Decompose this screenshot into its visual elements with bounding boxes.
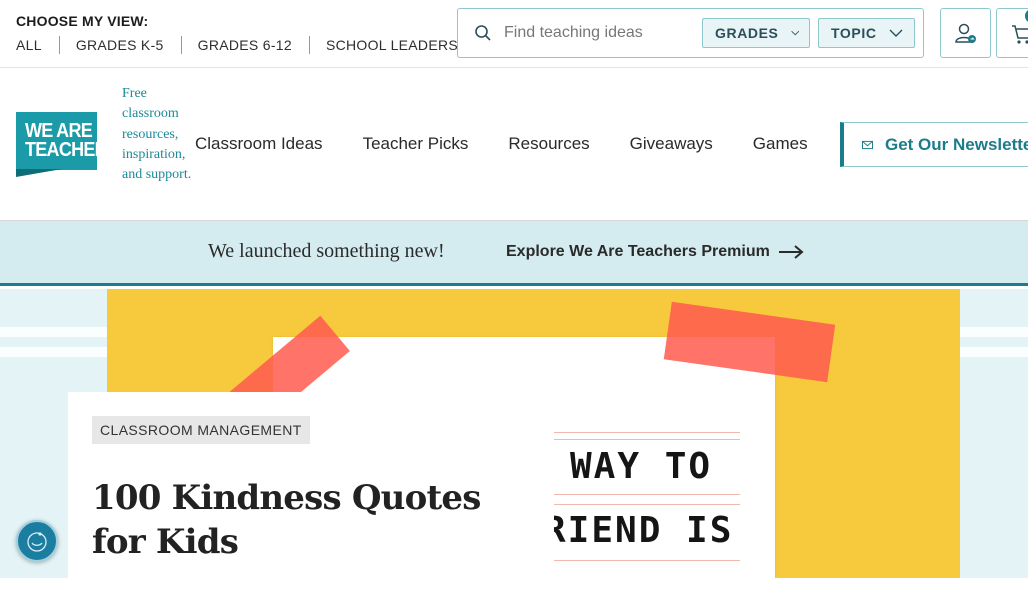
grades-label: GRADES bbox=[715, 25, 779, 41]
paper-rule bbox=[554, 439, 740, 440]
paper-rule bbox=[554, 432, 740, 433]
divider bbox=[308, 36, 310, 54]
chevron-down-icon bbox=[889, 29, 903, 37]
mail-icon bbox=[862, 140, 873, 149]
grades-dropdown[interactable]: GRADES bbox=[702, 18, 810, 48]
view-link-k5[interactable]: GRADES K-5 bbox=[76, 37, 164, 53]
view-link-all[interactable]: ALL bbox=[16, 37, 42, 53]
logo-line-2: TEACHERS bbox=[25, 139, 119, 161]
paper-rule bbox=[554, 504, 740, 505]
article-title[interactable]: 100 Kindness Quotes for Kids bbox=[92, 476, 532, 564]
cart-icon bbox=[1012, 25, 1028, 44]
logo[interactable]: WE ARE TEACHERS bbox=[16, 112, 119, 170]
top-bar: CHOOSE MY VIEW: ALL GRADES K-5 GRADES 6-… bbox=[0, 0, 1028, 68]
view-link-school-leaders[interactable]: SCHOOL LEADERS bbox=[326, 37, 458, 53]
search-box: GRADES TOPIC bbox=[457, 8, 924, 58]
nav-item-giveaways[interactable]: Giveaways bbox=[630, 134, 713, 154]
newsletter-label: Get Our Newsletter bbox=[885, 134, 1028, 154]
logo-tail bbox=[16, 169, 62, 177]
nav-item-games[interactable]: Games bbox=[753, 134, 808, 154]
premium-link-label: Explore We Are Teachers Premium bbox=[506, 243, 770, 260]
quote-line-2: RIEND IS bbox=[554, 510, 734, 551]
paper-rule bbox=[554, 494, 740, 495]
category-badge[interactable]: CLASSROOM MANAGEMENT bbox=[92, 416, 310, 444]
cart-button[interactable] bbox=[996, 8, 1028, 58]
nav-item-classroom-ideas[interactable]: Classroom Ideas bbox=[195, 134, 323, 154]
search-icon[interactable] bbox=[474, 24, 492, 42]
arrow-right-icon bbox=[778, 245, 804, 259]
announcement-banner: We launched something new! Explore We Ar… bbox=[0, 221, 1028, 286]
divider bbox=[180, 36, 182, 54]
search-input[interactable] bbox=[504, 19, 694, 47]
paper-rule bbox=[554, 560, 740, 561]
view-title: CHOOSE MY VIEW: bbox=[16, 13, 149, 29]
chevron-down-icon bbox=[790, 30, 799, 36]
accessibility-button[interactable] bbox=[16, 520, 58, 562]
divider bbox=[58, 36, 60, 54]
tagline: Free classroom resources, inspiration, a… bbox=[122, 86, 192, 183]
nav-item-resources[interactable]: Resources bbox=[508, 134, 589, 154]
article-card: CLASSROOM MANAGEMENT 100 Kindness Quotes… bbox=[68, 392, 775, 592]
quote-line-1: WAY TO bbox=[570, 446, 713, 487]
main-nav: WE ARE TEACHERS Free classroom resources… bbox=[0, 68, 1028, 221]
nav-item-teacher-picks[interactable]: Teacher Picks bbox=[363, 134, 469, 154]
topic-label: TOPIC bbox=[831, 25, 877, 41]
view-link-612[interactable]: GRADES 6-12 bbox=[198, 37, 292, 53]
user-icon bbox=[955, 23, 976, 43]
newsletter-button[interactable]: Get Our Newsletter bbox=[840, 122, 1028, 167]
premium-link[interactable]: Explore We Are Teachers Premium bbox=[506, 243, 804, 261]
accessibility-icon bbox=[27, 532, 47, 552]
banner-text: We launched something new! bbox=[208, 240, 445, 262]
topic-dropdown[interactable]: TOPIC bbox=[818, 18, 915, 48]
nav-items: Classroom Ideas Teacher Picks Resources … bbox=[195, 134, 848, 154]
account-button[interactable] bbox=[940, 8, 991, 58]
quote-image: WAY TO RIEND IS bbox=[554, 432, 754, 592]
view-links: ALL GRADES K-5 GRADES 6-12 SCHOOL LEADER… bbox=[16, 36, 458, 54]
